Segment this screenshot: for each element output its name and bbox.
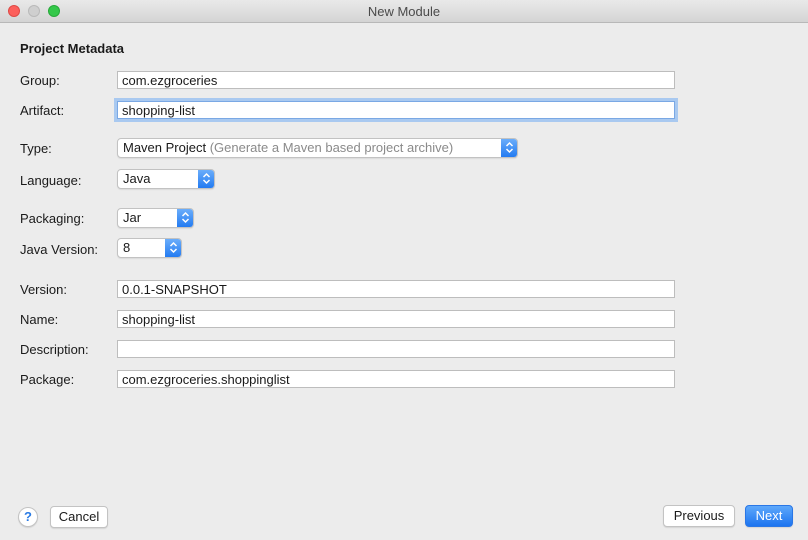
packaging-select-value: Jar <box>123 210 142 225</box>
chevron-updown-icon <box>198 170 214 188</box>
packaging-label: Packaging: <box>20 211 85 226</box>
version-label: Version: <box>20 282 67 297</box>
java-version-select-value: 8 <box>123 240 131 255</box>
type-select-hint: (Generate a Maven based project archive) <box>209 140 454 155</box>
section-title: Project Metadata <box>20 41 125 56</box>
previous-button[interactable]: Previous <box>663 505 735 527</box>
chevron-updown-icon <box>165 239 181 257</box>
title-bar: New Module <box>0 0 808 23</box>
chevron-updown-icon <box>177 209 193 227</box>
description-label: Description: <box>20 342 89 357</box>
name-label: Name: <box>20 312 59 327</box>
type-label: Type: <box>20 141 52 156</box>
artifact-field[interactable] <box>117 101 675 119</box>
java-version-label: Java Version: <box>20 242 99 257</box>
package-label: Package: <box>20 372 75 387</box>
name-field[interactable] <box>117 310 675 328</box>
packaging-select[interactable]: Jar <box>117 208 194 228</box>
window-title: New Module <box>367 4 441 19</box>
description-field[interactable] <box>117 340 675 358</box>
next-button[interactable]: Next <box>745 505 793 527</box>
package-field[interactable] <box>117 370 675 388</box>
artifact-label: Artifact: <box>20 103 65 118</box>
java-version-select[interactable]: 8 <box>117 238 182 258</box>
chevron-updown-icon <box>501 139 517 157</box>
language-select[interactable]: Java <box>117 169 215 189</box>
group-label: Group: <box>20 73 60 88</box>
version-field[interactable] <box>117 280 675 298</box>
type-select-value: Maven Project <box>123 140 207 155</box>
cancel-button[interactable]: Cancel <box>50 506 108 528</box>
group-field[interactable] <box>117 71 675 89</box>
help-button[interactable]: ? <box>18 507 38 527</box>
language-select-value: Java <box>123 171 151 186</box>
type-select[interactable]: Maven Project (Generate a Maven based pr… <box>117 138 518 158</box>
language-label: Language: <box>20 173 82 188</box>
